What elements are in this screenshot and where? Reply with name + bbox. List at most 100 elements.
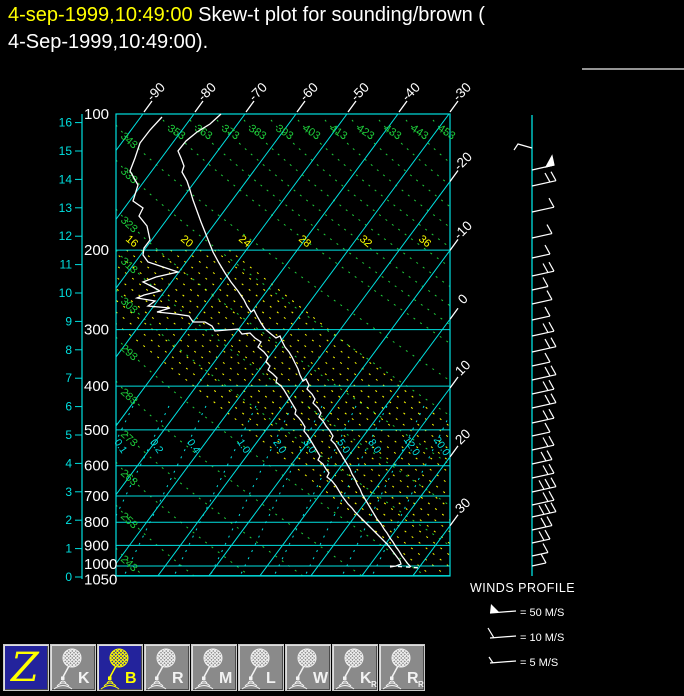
- button-letter: W: [313, 670, 329, 687]
- svg-text:14: 14: [59, 172, 73, 186]
- svg-text:293: 293: [118, 342, 140, 363]
- svg-text:373: 373: [219, 122, 241, 142]
- svg-text:383: 383: [246, 122, 268, 142]
- balloon-icon: KR: [333, 646, 377, 690]
- svg-text:343: 343: [118, 130, 140, 151]
- svg-text:= 10 M/S: = 10 M/S: [520, 632, 564, 644]
- svg-text:12: 12: [59, 229, 73, 243]
- mixing-ratio-lines: [51, 406, 454, 576]
- svg-text:8: 8: [65, 343, 72, 357]
- svg-text:100: 100: [84, 106, 109, 123]
- svg-text:36: 36: [416, 233, 433, 250]
- toolbar-button-m[interactable]: M: [191, 644, 237, 691]
- z-logo-icon: Z: [4, 646, 48, 690]
- svg-text:413: 413: [327, 122, 349, 142]
- isotherm-lines: [0, 114, 684, 576]
- toolbar-button-b[interactable]: B: [97, 644, 143, 691]
- svg-text:400: 400: [84, 378, 109, 395]
- temperature-trace: [178, 114, 411, 567]
- svg-text:30: 30: [452, 495, 473, 516]
- toolbar-button-r-r[interactable]: RR: [379, 644, 425, 691]
- svg-text:443: 443: [408, 122, 430, 142]
- svg-text:-60: -60: [297, 80, 321, 104]
- toolbar-button-w[interactable]: W: [285, 644, 331, 691]
- button-letter: M: [219, 670, 232, 687]
- button-letter: K: [78, 670, 90, 687]
- height-axis: 012345678910111213141516: [59, 114, 82, 584]
- svg-text:283: 283: [118, 386, 140, 407]
- winds-legend: WINDS PROFILE= 50 M/S= 10 M/S= 5 M/S: [470, 581, 575, 669]
- toolbar-button-r[interactable]: R: [144, 644, 190, 691]
- dry-adiabat-labels: 3533633733833934034134234334434533433333…: [118, 122, 457, 574]
- pressure-axis-labels: 10020030040050060070080090010001050: [84, 106, 117, 589]
- balloon-icon: M: [192, 646, 236, 690]
- svg-text:= 50 M/S: = 50 M/S: [520, 607, 564, 619]
- isotherm-labels-right: -20 -10 0 10 20 30: [450, 149, 475, 526]
- wind-barbs: [514, 144, 556, 566]
- svg-text:7: 7: [65, 371, 72, 385]
- svg-text:0: 0: [455, 291, 471, 307]
- svg-text:313: 313: [118, 255, 140, 276]
- toolbar-button-k[interactable]: K: [50, 644, 96, 691]
- svg-text:13: 13: [59, 201, 73, 215]
- svg-text:4: 4: [65, 456, 72, 470]
- svg-text:-70: -70: [246, 80, 270, 104]
- svg-text:253: 253: [118, 510, 140, 531]
- svg-text:-30: -30: [450, 80, 474, 104]
- svg-text:10: 10: [59, 286, 73, 300]
- skewt-app-window: 4-sep-1999,10:49:00 Skew-t plot for soun…: [0, 0, 684, 696]
- svg-text:Z: Z: [9, 646, 40, 690]
- svg-text:-10: -10: [451, 218, 475, 242]
- svg-text:-50: -50: [348, 80, 372, 104]
- svg-text:423: 423: [354, 122, 376, 142]
- toolbar-button-l[interactable]: L: [238, 644, 284, 691]
- balloon-icon: R: [145, 646, 189, 690]
- skewt-plot: 3533633733833934034134234334434533433333…: [0, 0, 684, 696]
- plot-border: [116, 114, 450, 576]
- balloon-icon: K: [51, 646, 95, 690]
- svg-text:1.0: 1.0: [234, 437, 252, 456]
- svg-text:32: 32: [357, 233, 374, 250]
- svg-text:12.0: 12.0: [401, 434, 422, 458]
- svg-text:-80: -80: [195, 80, 219, 104]
- button-letter-subscript: R: [418, 680, 424, 689]
- toolbar-button-k-r[interactable]: KR: [332, 644, 378, 691]
- svg-text:5: 5: [65, 428, 72, 442]
- svg-text:353: 353: [165, 122, 187, 142]
- svg-text:9: 9: [65, 314, 72, 328]
- svg-text:433: 433: [381, 122, 403, 142]
- button-letter-subscript: R: [371, 680, 377, 689]
- svg-text:700: 700: [84, 488, 109, 505]
- toolbar: ZKBRMLWKRRR: [3, 644, 425, 691]
- svg-text:20.0: 20.0: [431, 434, 452, 458]
- balloon-icon: B: [98, 646, 142, 690]
- svg-text:2: 2: [65, 513, 72, 527]
- svg-text:600: 600: [84, 458, 109, 475]
- svg-text:24: 24: [236, 233, 253, 250]
- svg-text:500: 500: [84, 422, 109, 439]
- toolbar-button-z[interactable]: Z: [3, 644, 49, 691]
- svg-text:11: 11: [60, 258, 73, 272]
- dry-adiabat-lines: [116, 120, 684, 696]
- button-letter: L: [266, 670, 276, 687]
- svg-text:-20: -20: [451, 149, 475, 173]
- winds-legend-title: WINDS PROFILE: [470, 581, 575, 595]
- svg-text:16: 16: [123, 233, 140, 250]
- svg-text:0.4: 0.4: [184, 437, 202, 456]
- svg-text:453: 453: [435, 122, 457, 142]
- isobar-lines: [116, 114, 450, 576]
- svg-text:6: 6: [65, 400, 72, 414]
- balloon-icon: L: [239, 646, 283, 690]
- svg-text:200: 200: [84, 242, 109, 259]
- svg-text:1000: 1000: [84, 556, 117, 573]
- svg-text:0: 0: [65, 570, 72, 584]
- svg-text:16: 16: [59, 116, 73, 130]
- svg-text:-90: -90: [144, 80, 168, 104]
- svg-text:0.2: 0.2: [147, 437, 165, 456]
- svg-text:10: 10: [452, 357, 473, 378]
- svg-text:2.0: 2.0: [270, 437, 288, 456]
- button-letter: B: [125, 670, 137, 687]
- svg-text:263: 263: [118, 467, 140, 488]
- svg-text:20: 20: [452, 426, 473, 447]
- balloon-icon: RR: [380, 646, 424, 690]
